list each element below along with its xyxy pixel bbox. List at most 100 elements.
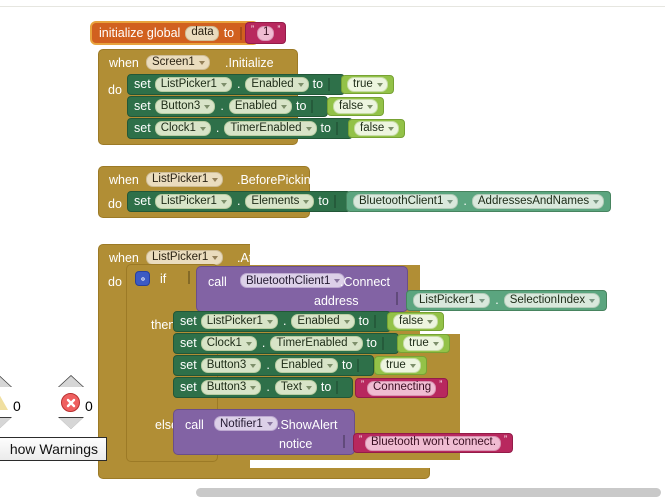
set-button3-enabled-false-block[interactable]: set Button3 . Enabled to [127,96,329,117]
connect-method-label: .Connect [340,275,391,289]
global-variable-name-field[interactable]: data [185,25,219,41]
component-dropdown[interactable]: Button3 [154,99,216,114]
error-collapse-up-icon[interactable] [59,376,83,387]
set-keyword: set [134,77,151,92]
close-quote-glyph: ” [277,23,281,34]
chevron-down-icon [212,255,219,260]
mutator-gear-icon[interactable] [135,271,150,286]
after-picking-when-label: when [109,251,139,265]
warning-expand-down-icon[interactable] [0,418,11,429]
connect-address-socket [396,292,405,305]
chevron-down-icon [376,82,383,87]
if-keyword-label: if [160,272,167,286]
set-listpicker1-enabled-false-block[interactable]: set ListPicker1 . Enabled to [173,311,392,332]
initialize-global-keyword: initialize global [99,25,181,40]
call-notifier1-showalert-block[interactable]: call Notifier1 .ShowAlert notice [173,409,355,455]
after-picking-component-dropdown[interactable]: ListPicker1 [146,250,224,265]
screen-init-component-dropdown[interactable]: Screen1 [146,55,210,70]
global-value-text-field[interactable]: 1 [257,25,275,41]
text-connecting-block[interactable]: ” Connecting ” [355,378,449,398]
logic-false-block-1[interactable]: false [327,97,385,116]
chevron-down-icon [327,363,334,368]
show-warnings-button[interactable]: how Warnings [0,437,107,461]
component-dropdown[interactable]: Clock1 [200,336,257,351]
logic-true-block-2[interactable]: true [397,334,450,353]
call-bluetoothclient1-connect-block[interactable]: call BluetoothClient1 .Connect address [196,266,408,312]
logic-value-dropdown[interactable]: true [380,358,421,373]
set-clock1-timerenabled-true-block[interactable]: set Clock1 . TimerEnabled to [173,333,399,354]
set-listpicker1-elements-block[interactable]: set ListPicker1 . Elements to [127,191,351,212]
chevron-down-icon [212,177,219,182]
property-dropdown[interactable]: Enabled [245,77,309,92]
logic-value-dropdown[interactable]: false [333,99,379,114]
logic-true-block-3[interactable]: true [374,356,427,375]
before-picking-do-label: do [108,197,122,211]
set-clock1-timerenabled-false-block[interactable]: set Clock1 . TimerEnabled to [127,118,353,139]
set-button3-enabled-true-block[interactable]: set Button3 . Enabled to [173,355,375,376]
property-dropdown[interactable]: Enabled [228,99,293,114]
call-keyword-label: call [185,418,204,432]
component-dropdown[interactable]: Button3 [200,358,262,373]
value-socket [381,337,391,350]
screen-init-do-label: do [108,83,122,97]
listpicker1-selectionindex-getter-block[interactable]: ListPicker1 . SelectionIndex [406,290,608,311]
component-dropdown[interactable]: ListPicker1 [154,77,232,92]
close-quote-glyph: ” [439,378,443,389]
getter-component-dropdown[interactable]: ListPicker1 [413,293,491,308]
afterpicking-right-cutout [420,244,600,334]
logic-value-dropdown[interactable]: false [393,314,439,329]
dot-separator: . [236,194,241,209]
initialize-global-block[interactable]: initialize global data to [90,21,260,45]
chevron-down-icon [204,104,211,109]
value-socket [357,359,366,372]
to-label: to [366,336,377,351]
property-dropdown[interactable]: Enabled [291,314,355,329]
blocks-workspace[interactable]: initialize global data to ” 1 ” when Scr… [0,0,665,500]
to-label: to [320,121,331,136]
component-dropdown[interactable]: ListPicker1 [154,194,232,209]
before-picking-when-label: when [109,173,139,187]
workspace-top-divider [0,6,665,7]
chevron-down-icon [305,385,312,390]
bluetoothclient1-addressesandnames-getter-block[interactable]: BluetoothClient1 . AddressesAndNames [346,191,612,212]
before-picking-component-dropdown[interactable]: ListPicker1 [146,172,224,187]
set-button3-text-connecting-block[interactable]: set Button3 . Text to [173,377,354,398]
error-expand-down-icon[interactable] [59,418,83,429]
logic-value-dropdown[interactable]: true [403,336,444,351]
property-dropdown[interactable]: Elements [245,194,315,209]
chevron-down-icon [427,319,434,324]
to-label: to [320,380,332,395]
getter-property-dropdown[interactable]: AddressesAndNames [471,194,605,209]
getter-property-dropdown[interactable]: SelectionIndex [503,293,601,308]
component-dropdown[interactable]: ListPicker1 [200,314,278,329]
connecting-text-field[interactable]: Connecting [367,380,437,396]
showalert-component-dropdown[interactable]: Notifier1 [214,416,278,431]
chevron-down-icon [367,104,374,109]
warning-collapse-up-icon[interactable] [0,376,11,387]
then-keyword-label: then [151,318,176,332]
horizontal-scrollbar-track[interactable] [0,486,665,500]
set-listpicker1-enabled-true-block[interactable]: set ListPicker1 . Enabled to [127,74,346,95]
text-bluetooth-wont-connect-block[interactable]: ” Bluetooth won't connect. ” [353,433,513,453]
logic-true-block-1[interactable]: true [341,75,394,94]
chevron-down-icon [250,363,257,368]
property-dropdown[interactable]: Enabled [274,358,339,373]
property-dropdown[interactable]: TimerEnabled [270,336,363,351]
component-dropdown[interactable]: Button3 [200,380,262,395]
set-keyword: set [134,194,151,209]
bluetooth-error-text-field[interactable]: Bluetooth won't connect. [365,435,501,451]
global-value-text-block[interactable]: ” 1 ” [245,22,287,44]
logic-false-block-2[interactable]: false [348,119,406,138]
property-dropdown[interactable]: Text [274,380,317,395]
logic-false-block-3[interactable]: false [387,312,445,331]
logic-value-dropdown[interactable]: false [354,121,400,136]
getter-component-dropdown[interactable]: BluetoothClient1 [353,194,459,209]
logic-value-dropdown[interactable]: true [347,77,388,92]
component-dropdown[interactable]: Clock1 [154,121,211,136]
property-dropdown[interactable]: TimerEnabled [224,121,317,136]
set-keyword: set [134,121,151,136]
horizontal-scrollbar-thumb[interactable] [196,488,661,497]
connect-component-dropdown[interactable]: BluetoothClient1 [240,273,346,288]
workspace-status-indicators: 0 0 [0,375,102,429]
open-quote-glyph: ” [359,433,362,444]
